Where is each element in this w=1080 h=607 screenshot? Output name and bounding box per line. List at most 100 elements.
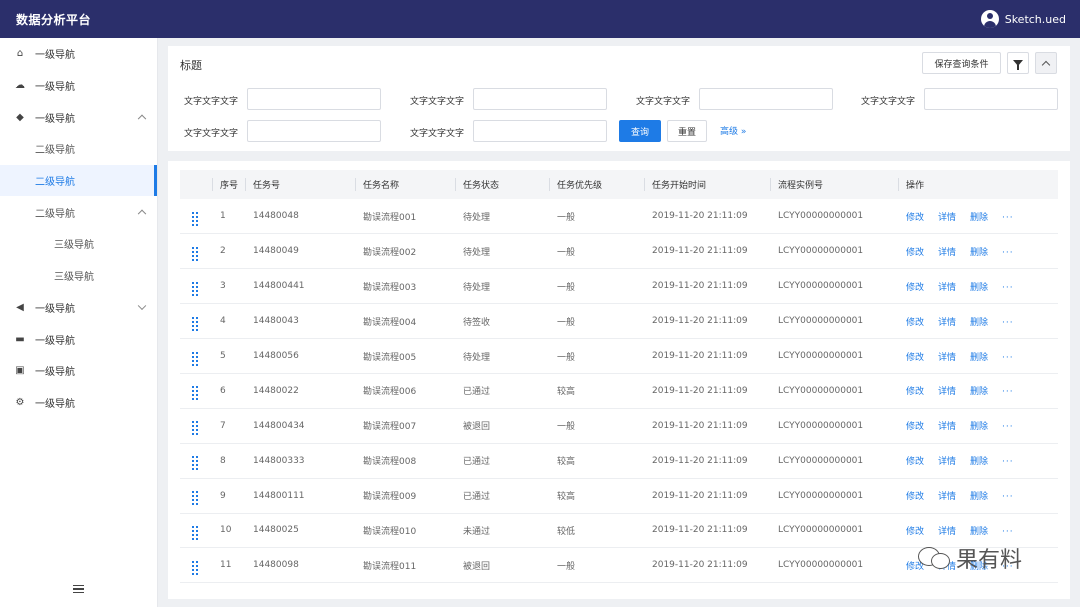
field-input[interactable] (924, 88, 1058, 110)
drag-handle[interactable] (180, 373, 212, 408)
drag-handle[interactable] (180, 234, 212, 269)
delete-link[interactable]: 删除 (970, 248, 988, 258)
detail-link[interactable]: 详情 (938, 248, 956, 258)
field-input[interactable] (473, 88, 607, 110)
detail-link[interactable]: 详情 (938, 457, 956, 467)
delete-link[interactable]: 删除 (970, 353, 988, 363)
more-icon[interactable]: ··· (1002, 213, 1014, 223)
sidebar-item[interactable]: ▬ 一级导航 (0, 323, 157, 355)
delete-link[interactable]: 删除 (970, 318, 988, 328)
sidebar-item[interactable]: 二级导航 (0, 133, 157, 165)
chevron-up-icon[interactable] (137, 209, 147, 219)
drag-handle[interactable] (180, 408, 212, 443)
more-icon[interactable]: ··· (1002, 387, 1014, 397)
more-icon[interactable]: ··· (1002, 353, 1014, 363)
delete-link[interactable]: 删除 (970, 492, 988, 502)
field-input[interactable] (473, 120, 607, 142)
sidebar-item[interactable]: ◀ 一级导航 (0, 292, 157, 324)
more-icon[interactable]: ··· (1002, 248, 1014, 258)
sidebar-item[interactable]: 三级导航 (0, 260, 157, 292)
detail-link[interactable]: 详情 (938, 422, 956, 432)
table-cell: 2019-11-20 21:11:09 (652, 525, 748, 536)
detail-link[interactable]: 详情 (938, 213, 956, 223)
collapse-panel-button[interactable] (1035, 52, 1057, 74)
delete-link[interactable]: 删除 (970, 387, 988, 397)
detail-link[interactable]: 详情 (938, 318, 956, 328)
avatar[interactable] (980, 10, 999, 28)
drag-handle[interactable] (180, 339, 212, 374)
drag-handle[interactable] (180, 269, 212, 304)
delete-link[interactable]: 删除 (970, 213, 988, 223)
sidebar-item[interactable]: ◆ 一级导航 (0, 101, 157, 133)
edit-link[interactable]: 修改 (906, 387, 924, 397)
more-icon[interactable]: ··· (1002, 492, 1014, 502)
save-query-button[interactable]: 保存查询条件 (922, 52, 1001, 74)
sidebar-item[interactable]: ▣ 一级导航 (0, 355, 157, 387)
column-header[interactable]: 任务状态 (455, 170, 549, 199)
table-cell: 勘误流程009 (363, 492, 417, 503)
field-input[interactable] (247, 120, 381, 142)
more-icon[interactable]: ··· (1002, 457, 1014, 467)
edit-link[interactable]: 修改 (906, 527, 924, 537)
reset-button[interactable]: 重置 (667, 120, 707, 142)
advanced-link[interactable]: 高级 » (720, 124, 746, 137)
delete-link[interactable]: 删除 (970, 527, 988, 537)
edit-link[interactable]: 修改 (906, 353, 924, 363)
detail-link[interactable]: 详情 (938, 492, 956, 502)
sidebar-item[interactable]: 二级导航 (0, 196, 157, 228)
sidebar-item[interactable]: ⚙ 一级导航 (0, 387, 157, 419)
more-icon[interactable]: ··· (1002, 422, 1014, 432)
detail-link[interactable]: 详情 (938, 283, 956, 293)
table-cell: 14480048 (253, 211, 299, 222)
sidebar-item[interactable]: 二级导航 (0, 164, 157, 197)
delete-link[interactable]: 删除 (970, 457, 988, 467)
column-header[interactable]: 任务号 (245, 170, 355, 199)
table-body: 1 14480048 勘误流程001 待处理 一般 2019-11-20 21:11:09… (180, 199, 1058, 583)
edit-link[interactable]: 修改 (906, 492, 924, 502)
chevron-up-icon[interactable] (137, 114, 147, 124)
column-header[interactable]: 序号 (212, 170, 245, 199)
chevron-down-icon[interactable] (137, 301, 147, 311)
more-icon[interactable]: ··· (1002, 527, 1014, 537)
drag-handle[interactable] (180, 199, 212, 234)
user-menu[interactable]: Sketch.ued (980, 10, 1066, 28)
table-cell: 3 (220, 281, 226, 292)
edit-link[interactable]: 修改 (906, 283, 924, 293)
sidebar-item[interactable]: ☁ 一级导航 (0, 70, 157, 102)
field-input[interactable] (247, 88, 381, 110)
drag-handle[interactable] (180, 304, 212, 339)
table-cell: 11 (220, 560, 232, 571)
detail-link[interactable]: 详情 (938, 527, 956, 537)
sidebar-item-label: 二级导航 (35, 208, 75, 220)
drag-handle[interactable] (180, 443, 212, 478)
drag-handle-icon (192, 560, 198, 575)
drag-handle[interactable] (180, 548, 212, 583)
edit-link[interactable]: 修改 (906, 318, 924, 328)
edit-link[interactable]: 修改 (906, 213, 924, 223)
sidebar-item-label: 二级导航 (35, 145, 75, 157)
filter-button[interactable] (1007, 52, 1029, 74)
column-header[interactable]: 流程实例号 (770, 170, 898, 199)
query-button[interactable]: 查询 (619, 120, 661, 142)
user-name[interactable]: Sketch.ued (1005, 13, 1066, 26)
column-header[interactable]: 任务优先级 (549, 170, 644, 199)
detail-link[interactable]: 详情 (938, 353, 956, 363)
column-header[interactable]: 任务名称 (355, 170, 455, 199)
drag-handle[interactable] (180, 478, 212, 513)
more-icon[interactable]: ··· (1002, 283, 1014, 293)
more-icon[interactable]: ··· (1002, 318, 1014, 328)
delete-link[interactable]: 删除 (970, 283, 988, 293)
drag-handle[interactable] (180, 513, 212, 548)
sidebar-item[interactable]: ⌂ 一级导航 (0, 38, 157, 70)
detail-link[interactable]: 详情 (938, 387, 956, 397)
edit-link[interactable]: 修改 (906, 457, 924, 467)
edit-link[interactable]: 修改 (906, 422, 924, 432)
sidebar-item[interactable]: 三级导航 (0, 228, 157, 260)
menu-collapse-icon[interactable] (73, 585, 84, 593)
column-header[interactable]: 操作 (898, 170, 1058, 199)
delete-link[interactable]: 删除 (970, 422, 988, 432)
field-input[interactable] (699, 88, 833, 110)
column-header[interactable]: 任务开始时间 (644, 170, 770, 199)
row-actions: 修改 详情 删除 ··· (898, 234, 1058, 269)
edit-link[interactable]: 修改 (906, 248, 924, 258)
